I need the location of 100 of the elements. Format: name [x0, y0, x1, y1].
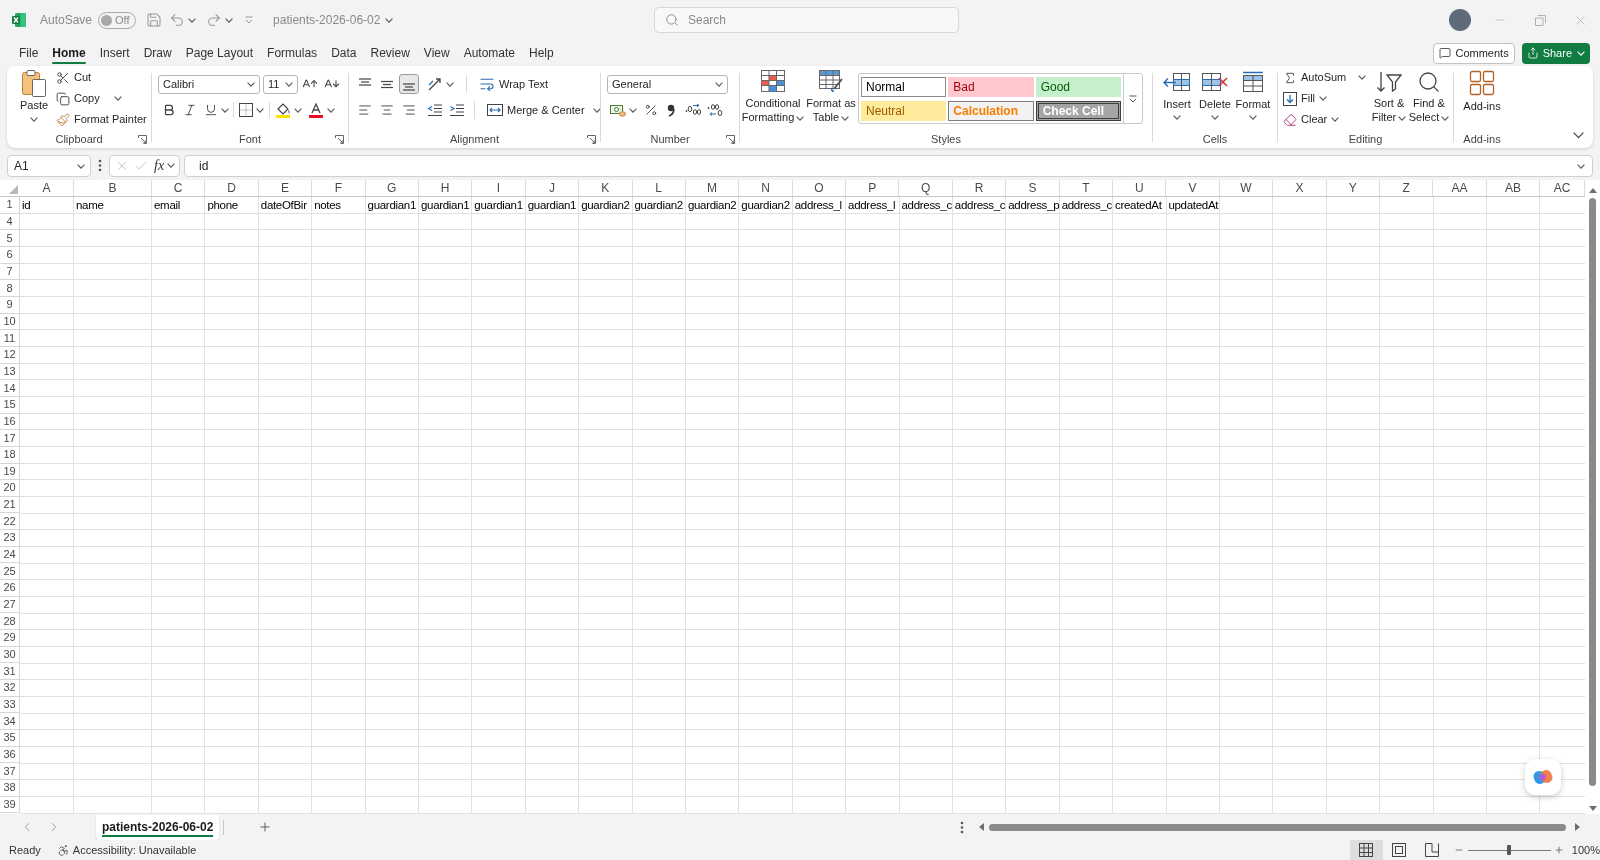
menu-tab[interactable]: Draw: [136, 40, 179, 66]
font-color-icon[interactable]: [308, 102, 324, 118]
row-header[interactable]: 8: [0, 280, 20, 297]
name-box[interactable]: A1: [7, 154, 91, 177]
sheet-tab[interactable]: patients-2026-06-02: [96, 814, 220, 840]
row-header[interactable]: 30: [0, 646, 20, 664]
insert-cells-button[interactable]: Insert: [1158, 67, 1196, 120]
spreadsheet-cell[interactable]: guardian1: [365, 197, 419, 214]
row-header[interactable]: 21: [0, 496, 20, 514]
scroll-down-arrow-icon[interactable]: [1588, 806, 1597, 811]
row-header[interactable]: 28: [0, 613, 20, 631]
conditional-formatting-button[interactable]: Conditional Formatting: [741, 67, 805, 124]
column-header[interactable]: P: [846, 180, 900, 196]
cell-style-option[interactable]: Bad: [948, 77, 1034, 97]
row-header[interactable]: 6: [0, 246, 20, 264]
spreadsheet-cell[interactable]: guardian2: [579, 197, 633, 214]
row-header[interactable]: 29: [0, 630, 20, 647]
column-header[interactable]: W: [1219, 180, 1274, 196]
decrease-decimal-icon[interactable]: [707, 103, 723, 117]
row-header[interactable]: 27: [0, 596, 20, 614]
row-header[interactable]: 33: [0, 696, 20, 714]
column-header[interactable]: I: [472, 180, 526, 196]
row-header[interactable]: 9: [0, 296, 20, 314]
spreadsheet-cell[interactable]: phone: [205, 197, 259, 214]
gallery-more-icon[interactable]: [1129, 94, 1137, 103]
caret-icon[interactable]: [256, 107, 264, 113]
menu-tab[interactable]: Automate: [456, 40, 522, 66]
dialog-launcher-icon[interactable]: [726, 134, 735, 144]
column-header[interactable]: K: [579, 180, 633, 196]
spreadsheet-cell[interactable]: address_p: [1006, 197, 1060, 214]
row-header[interactable]: 13: [0, 363, 20, 381]
spreadsheet-cell[interactable]: guardian2: [632, 197, 686, 214]
wrap-text-button[interactable]: Wrap Text: [477, 74, 551, 94]
column-header[interactable]: B: [74, 180, 152, 196]
spreadsheet-cell[interactable]: createdAt: [1113, 197, 1167, 214]
spreadsheet-cell[interactable]: guardian1: [525, 197, 580, 214]
column-header[interactable]: A: [20, 180, 74, 196]
spreadsheet-cell[interactable]: guardian1: [472, 197, 526, 214]
autosum-button[interactable]: AutoSum: [1283, 67, 1347, 88]
caret-icon[interactable]: [113, 96, 122, 101]
add-ins-button[interactable]: Add-ins: [1458, 67, 1506, 113]
row-header[interactable]: 18: [0, 446, 20, 464]
insert-function-button[interactable]: fx: [154, 158, 165, 173]
spreadsheet-cell[interactable]: guardian1: [418, 197, 473, 214]
row-header[interactable]: 19: [0, 463, 20, 481]
spreadsheet-cell[interactable]: id: [20, 197, 74, 214]
fill-color-icon[interactable]: [275, 102, 291, 118]
row-header[interactable]: 26: [0, 580, 20, 597]
row-header[interactable]: 24: [0, 546, 20, 564]
column-header[interactable]: M: [685, 180, 740, 196]
caret-icon[interactable]: [592, 107, 601, 113]
format-painter-button[interactable]: Format Painter: [56, 109, 147, 130]
caret-icon[interactable]: [221, 107, 229, 113]
caret-icon[interactable]: [385, 17, 394, 23]
chevron-down-icon[interactable]: [1573, 132, 1584, 139]
cell-style-option[interactable]: Good: [1035, 77, 1121, 97]
borders-icon[interactable]: [239, 103, 253, 117]
copy-button[interactable]: Copy: [56, 88, 100, 109]
column-header[interactable]: F: [312, 180, 366, 196]
user-avatar[interactable]: [1449, 9, 1471, 31]
caret-icon[interactable]: [77, 163, 85, 169]
column-header[interactable]: D: [205, 180, 259, 196]
spreadsheet-cell[interactable]: dateOfBir: [258, 197, 313, 214]
row-header[interactable]: 14: [0, 380, 20, 397]
italic-icon[interactable]: [183, 103, 197, 117]
column-header[interactable]: J: [525, 180, 580, 196]
scroll-up-arrow-icon[interactable]: [1588, 188, 1597, 193]
dialog-launcher-icon[interactable]: [138, 134, 147, 144]
font-name-dropdown[interactable]: Calibri: [158, 74, 260, 94]
zoom-level[interactable]: 100%: [1571, 841, 1600, 859]
column-header[interactable]: U: [1113, 180, 1167, 196]
row-header[interactable]: 32: [0, 680, 20, 697]
format-cells-button[interactable]: Format: [1234, 67, 1272, 120]
normal-view-button[interactable]: [1350, 840, 1383, 860]
caret-icon[interactable]: [327, 107, 335, 113]
row-header[interactable]: 37: [0, 763, 20, 780]
row-header[interactable]: 15: [0, 396, 20, 414]
paste-button[interactable]: Paste: [14, 67, 54, 132]
column-header[interactable]: H: [418, 180, 473, 196]
spreadsheet-cell[interactable]: address_l: [846, 197, 900, 214]
column-header[interactable]: R: [952, 180, 1007, 196]
menu-tab[interactable]: Help: [522, 40, 561, 66]
assistant-button[interactable]: [1525, 759, 1561, 795]
row-header[interactable]: 5: [0, 230, 20, 247]
format-as-table-button[interactable]: Format as Table: [805, 67, 857, 124]
column-header[interactable]: L: [632, 180, 686, 196]
row-header[interactable]: 23: [0, 530, 20, 547]
row-header[interactable]: 17: [0, 430, 20, 447]
column-header[interactable]: AB: [1486, 180, 1541, 196]
formula-input[interactable]: id: [184, 154, 1593, 177]
row-header[interactable]: 11: [0, 330, 20, 347]
bold-icon[interactable]: [162, 103, 176, 117]
dialog-launcher-icon[interactable]: [335, 134, 344, 144]
menu-tab[interactable]: Data: [324, 40, 364, 66]
menu-tab[interactable]: Review: [363, 40, 417, 66]
row-header[interactable]: 35: [0, 730, 20, 747]
accessibility-status[interactable]: Accessibility: Unavailable: [72, 841, 197, 859]
number-format-dropdown[interactable]: General: [607, 74, 728, 94]
row-header[interactable]: 10: [0, 313, 20, 331]
column-header[interactable]: C: [152, 180, 206, 196]
